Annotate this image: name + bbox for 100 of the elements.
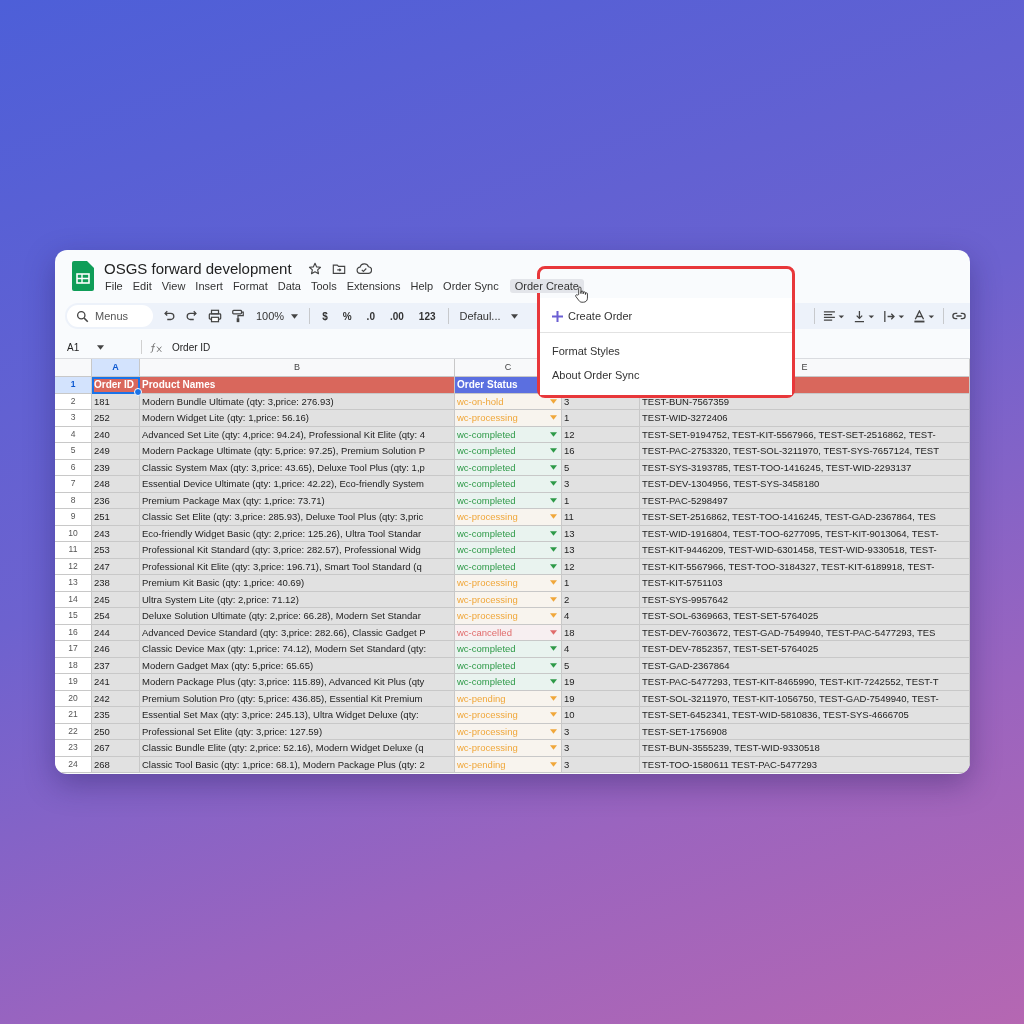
vertical-align-icon[interactable] <box>853 309 875 323</box>
table-cell: 238 <box>92 575 140 592</box>
text-color-icon[interactable] <box>913 309 935 323</box>
menu-item[interactable]: Edit <box>127 279 157 293</box>
caret-icon[interactable] <box>550 481 557 487</box>
table-cell: 248 <box>92 476 140 493</box>
table-cell: 3 <box>562 740 640 757</box>
table-cell: 10 <box>562 707 640 724</box>
row-number[interactable]: 17 <box>55 641 92 658</box>
star-icon[interactable] <box>307 261 322 276</box>
menu-item[interactable]: View <box>156 279 191 293</box>
table-cell: 251 <box>92 509 140 526</box>
caret-icon[interactable] <box>550 745 557 751</box>
caret-icon[interactable] <box>550 646 557 652</box>
align-icon[interactable] <box>823 309 845 323</box>
formula-text[interactable]: Order ID <box>172 341 211 353</box>
caret-icon[interactable] <box>550 679 557 685</box>
row-number[interactable]: 19 <box>55 674 92 691</box>
menu-item[interactable]: Extensions <box>341 279 406 293</box>
cloud-icon[interactable] <box>355 262 372 275</box>
caret-icon[interactable] <box>550 431 557 437</box>
folder-icon[interactable] <box>331 261 346 276</box>
table-cell: 4 <box>562 608 640 625</box>
row-number[interactable]: 21 <box>55 707 92 724</box>
menu-item[interactable]: Order Sync <box>438 279 504 293</box>
row-number[interactable]: 15 <box>55 608 92 625</box>
table-cell: 253 <box>92 542 140 559</box>
caret-icon[interactable] <box>550 497 557 503</box>
caret-icon[interactable] <box>550 415 557 421</box>
menu-item[interactable]: Order Create <box>509 279 584 293</box>
zoom-dropdown[interactable]: 100% <box>254 310 301 322</box>
table-cell: 249 <box>92 443 140 460</box>
print-icon[interactable] <box>208 309 222 323</box>
row-number[interactable]: 23 <box>55 740 92 757</box>
caret-icon[interactable] <box>550 761 557 767</box>
caret-icon[interactable] <box>550 596 557 602</box>
caret-icon[interactable] <box>550 530 557 536</box>
table-cell: 13 <box>562 542 640 559</box>
row-number[interactable]: 3 <box>55 410 92 427</box>
format-button[interactable]: % <box>339 310 355 322</box>
menu-search-field[interactable]: Menus <box>67 305 153 327</box>
column-header[interactable]: A <box>92 359 140 377</box>
table-cell: 19 <box>562 674 640 691</box>
paint-roller-icon[interactable] <box>231 309 245 323</box>
menu-option[interactable]: Create Order <box>540 304 792 328</box>
table-header-cell: Order ID <box>92 377 140 394</box>
caret-icon[interactable] <box>550 629 557 635</box>
row-number[interactable]: 9 <box>55 509 92 526</box>
caret-icon[interactable] <box>550 547 557 553</box>
menu-item[interactable]: Insert <box>190 279 228 293</box>
column-header[interactable]: B <box>140 359 455 377</box>
table-cell: Classic Set Elite (qty: 3,price: 285.93), Deluxe Tool Plus (qty: 3,pric <box>140 509 455 526</box>
menu-item[interactable]: Data <box>272 279 306 293</box>
caret-icon[interactable] <box>550 448 557 454</box>
row-number[interactable]: 13 <box>55 575 92 592</box>
menu-item[interactable]: Help <box>405 279 439 293</box>
menu-item[interactable]: Tools <box>305 279 342 293</box>
font-dropdown[interactable]: Defaul... <box>457 310 520 322</box>
caret-icon[interactable] <box>550 514 557 520</box>
menu-item[interactable]: Format <box>227 279 273 293</box>
table-cell: Essential Device Ultimate (qty: 1,price: 42.22), Eco-friendly System <box>140 476 455 493</box>
redo-icon[interactable] <box>185 309 199 323</box>
caret-icon <box>510 313 518 319</box>
table-cell: TEST-DEV-7852357, TEST-SET-5764025 <box>640 641 970 658</box>
row-number[interactable]: 7 <box>55 476 92 493</box>
row-number[interactable]: 1 <box>55 377 92 394</box>
table-cell: Modern Package Plus (qty: 3,price: 115.89), Advanced Kit Plus (qty <box>140 674 455 691</box>
format-button[interactable]: .0 <box>363 310 378 322</box>
caret-icon[interactable] <box>550 398 557 404</box>
menu-item[interactable]: File <box>100 279 128 293</box>
table-cell: 252 <box>92 410 140 427</box>
table-cell: Essential Set Max (qty: 3,price: 245.13), Ultra Widget Deluxe (qty: <box>140 707 455 724</box>
caret-icon[interactable] <box>550 695 557 701</box>
table-cell: 1 <box>562 410 640 427</box>
caret-icon[interactable] <box>550 563 557 569</box>
caret-icon[interactable] <box>550 613 557 619</box>
caret-icon[interactable] <box>550 712 557 718</box>
undo-icon[interactable] <box>162 309 176 323</box>
name-box[interactable]: A1 <box>67 341 133 353</box>
caret-icon[interactable] <box>550 662 557 668</box>
table-cell: TEST-SET-6452341, TEST-WID-5810836, TEST-SYS-4666705 <box>640 707 970 724</box>
row-number[interactable]: 5 <box>55 443 92 460</box>
text-wrap-icon[interactable] <box>883 309 905 323</box>
table-cell: Classic Device Max (qty: 1,price: 74.12), Modern Set Standard (qty: <box>140 641 455 658</box>
row-number[interactable]: 11 <box>55 542 92 559</box>
format-button[interactable]: 123 <box>415 310 439 322</box>
table-cell: Professional Kit Standard (qty: 3,price: 282.57), Professional Widg <box>140 542 455 559</box>
table-cell: TEST-WID-3272406 <box>640 410 970 427</box>
table-cell: Deluxe Solution Ultimate (qty: 2,price: 66.28), Modern Set Standar <box>140 608 455 625</box>
table-cell: 246 <box>92 641 140 658</box>
format-button[interactable]: $ <box>319 310 331 322</box>
format-button[interactable]: .00 <box>386 310 407 322</box>
caret-icon[interactable] <box>550 580 557 586</box>
caret-icon[interactable] <box>550 728 557 734</box>
table-cell: Modern Widget Lite (qty: 1,price: 56.16) <box>140 410 455 427</box>
table-cell: Classic Bundle Elite (qty: 2,price: 52.16), Modern Widget Deluxe (q <box>140 740 455 757</box>
caret-icon <box>291 313 299 319</box>
caret-icon[interactable] <box>550 464 557 470</box>
table-cell: Premium Kit Basic (qty: 1,price: 40.69) <box>140 575 455 592</box>
table-cell: TEST-PAC-2753320, TEST-SOL-3211970, TEST-SYS-7657124, TEST <box>640 443 970 460</box>
